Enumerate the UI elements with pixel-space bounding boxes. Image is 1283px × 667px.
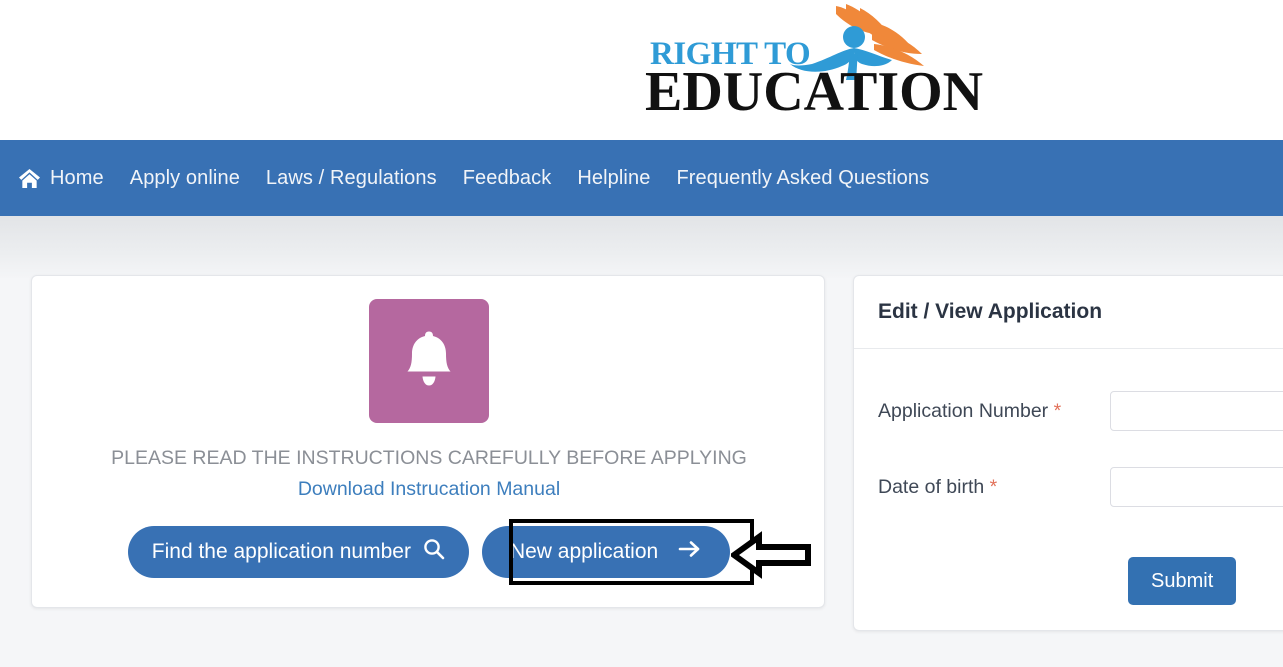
notice-card-button-row: Find the application number New applicat…	[32, 526, 826, 578]
logo-text-secondary: EDUCATION	[645, 61, 984, 123]
submit-button-wrap: Submit	[1128, 557, 1237, 605]
arrow-right-icon	[678, 539, 702, 565]
required-asterisk: *	[1053, 399, 1062, 422]
required-asterisk: *	[989, 475, 998, 498]
download-instruction-manual-link[interactable]: Download Instrucation Manual	[298, 478, 560, 500]
search-icon	[423, 538, 445, 566]
nav-label-feedback: Feedback	[462, 166, 552, 189]
instructions-text-block: PLEASE READ THE INSTRUCTIONS CAREFULLY B…	[72, 443, 786, 505]
date-of-birth-label: Date of birth *	[878, 476, 1110, 499]
edit-view-application-header: Edit / View Application	[854, 276, 1283, 349]
nav-label-helpline: Helpline	[577, 166, 651, 189]
main-navigation: Home Apply online Laws / Regulations Fee…	[0, 140, 1283, 216]
date-of-birth-row: Date of birth *	[878, 467, 1283, 507]
nav-label-laws-regulations: Laws / Regulations	[265, 166, 437, 189]
application-number-row: Application Number *	[878, 391, 1283, 431]
instructions-static-text: PLEASE READ THE INSTRUCTIONS CAREFULLY B…	[111, 447, 747, 469]
nav-label-home: Home	[50, 166, 104, 189]
application-number-label-text: Application Number	[878, 399, 1049, 422]
site-logo[interactable]: RIGHT TO EDUCATION	[645, 2, 1040, 122]
date-of-birth-input[interactable]	[1110, 467, 1283, 507]
application-number-input[interactable]	[1110, 391, 1283, 431]
find-application-number-label: Find the application number	[151, 540, 411, 563]
edit-view-application-card: Edit / View Application Application Numb…	[853, 275, 1283, 631]
nav-item-faq[interactable]: Frequently Asked Questions	[663, 167, 942, 190]
header-gradient-strip	[0, 216, 1283, 278]
bell-icon	[402, 330, 456, 393]
new-application-label: New application	[509, 540, 659, 563]
nav-item-helpline[interactable]: Helpline	[564, 167, 663, 190]
nav-item-home[interactable]: Home	[12, 167, 117, 190]
site-header: RIGHT TO EDUCATION	[0, 0, 1283, 140]
nav-label-apply-online: Apply online	[129, 166, 240, 189]
date-of-birth-label-text: Date of birth	[878, 475, 985, 498]
nav-label-faq: Frequently Asked Questions	[676, 166, 930, 189]
home-icon	[18, 168, 41, 189]
new-application-button[interactable]: New application	[481, 526, 731, 578]
nav-item-feedback[interactable]: Feedback	[450, 167, 565, 190]
notice-card: PLEASE READ THE INSTRUCTIONS CAREFULLY B…	[31, 275, 825, 608]
find-application-number-button[interactable]: Find the application number	[127, 526, 469, 578]
bell-icon-tile	[369, 299, 489, 423]
left-arrow-annotation-icon	[728, 531, 811, 579]
nav-item-laws-regulations[interactable]: Laws / Regulations	[253, 167, 450, 190]
nav-item-apply-online[interactable]: Apply online	[117, 167, 253, 190]
card-title: Edit / View Application	[878, 300, 1103, 323]
submit-button[interactable]: Submit	[1128, 557, 1237, 605]
application-number-label: Application Number *	[878, 400, 1110, 423]
